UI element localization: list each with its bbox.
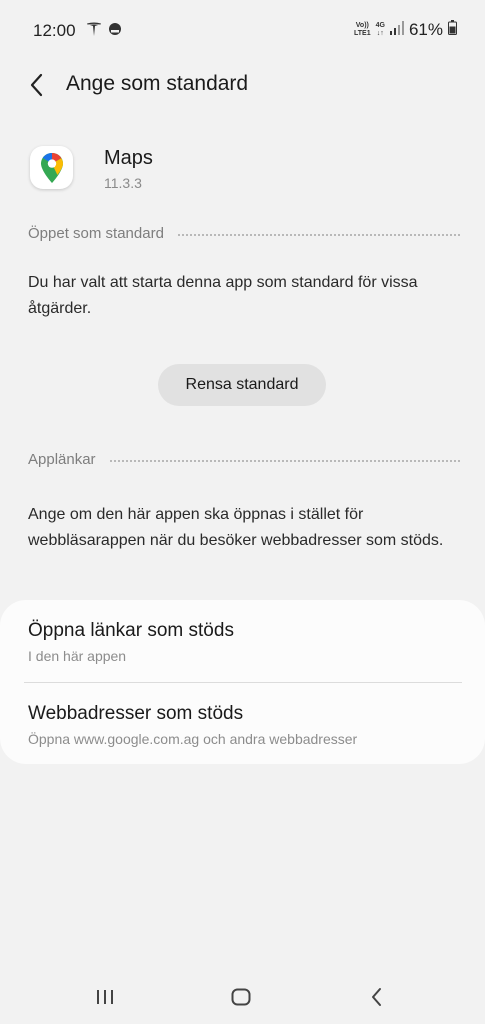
app-bar: Ange som standard [0, 62, 485, 106]
section-divider [177, 233, 460, 236]
app-links-card: Öppna länkar som stöds I den här appen W… [0, 600, 485, 764]
data-activity-arrows: ↓↑ [376, 30, 384, 37]
clear-defaults-button[interactable]: Rensa standard [158, 364, 326, 406]
screen: 12:00 Vo)) LTE1 4G ↓↑ 61% Ange som stand… [0, 0, 485, 1024]
back-button[interactable] [20, 68, 54, 102]
status-indicators: Vo)) LTE1 4G ↓↑ 61% [354, 20, 457, 40]
app-links-description: Ange om den här appen ska öppnas i ställ… [28, 506, 444, 549]
recents-button[interactable] [90, 982, 120, 1012]
app-info: Maps 11.3.3 [0, 140, 485, 200]
volte-label: Vo)) [355, 22, 369, 29]
volte-lte-indicator: Vo)) LTE1 [354, 22, 371, 38]
status-bar: 12:00 Vo)) LTE1 4G ↓↑ 61% [0, 0, 485, 62]
list-item-subtitle: Öppna www.google.com.ag och andra webbad… [28, 731, 358, 747]
section-divider [109, 459, 460, 462]
battery-icon [448, 20, 457, 40]
list-item-title: Öppna länkar som stöds [28, 620, 234, 641]
section-label-open-by-default: Öppet som standard [28, 225, 164, 242]
page-title: Ange som standard [66, 72, 249, 95]
lte-label: LTE1 [354, 30, 371, 37]
status-time: 12:00 [33, 21, 76, 40]
recents-icon [97, 990, 113, 1004]
signal-strength-icon [389, 20, 404, 40]
app-name: Maps [104, 147, 153, 169]
navigation-bar [0, 970, 485, 1024]
home-icon [231, 988, 251, 1006]
list-divider [24, 682, 462, 683]
battery-percent: 61% [408, 20, 443, 39]
nav-back-button[interactable] [362, 982, 392, 1012]
open-by-default-description: Du har valt att starta denna app som sta… [28, 274, 418, 317]
data-type-label: 4G [375, 22, 385, 29]
home-button[interactable] [226, 982, 256, 1012]
chevron-left-icon [30, 73, 43, 97]
section-header-app-links: Applänkar [28, 451, 460, 468]
sync-status-icon [108, 22, 122, 41]
section-header-open-by-default: Öppet som standard [28, 225, 460, 242]
app-version: 11.3.3 [104, 175, 142, 191]
open-supported-links-item[interactable]: Öppna länkar som stöds I den här appen [28, 620, 460, 664]
data-type-indicator: 4G ↓↑ [376, 22, 385, 38]
list-item-title: Webbadresser som stöds [28, 703, 244, 724]
google-maps-icon [30, 146, 73, 189]
status-notification-icons [86, 21, 122, 42]
list-item-subtitle: I den här appen [28, 648, 127, 664]
tesla-icon [86, 21, 102, 42]
back-icon [372, 988, 381, 1006]
section-label-app-links: Applänkar [28, 451, 96, 468]
supported-web-addresses-item[interactable]: Webbadresser som stöds Öppna www.google.… [28, 703, 460, 747]
